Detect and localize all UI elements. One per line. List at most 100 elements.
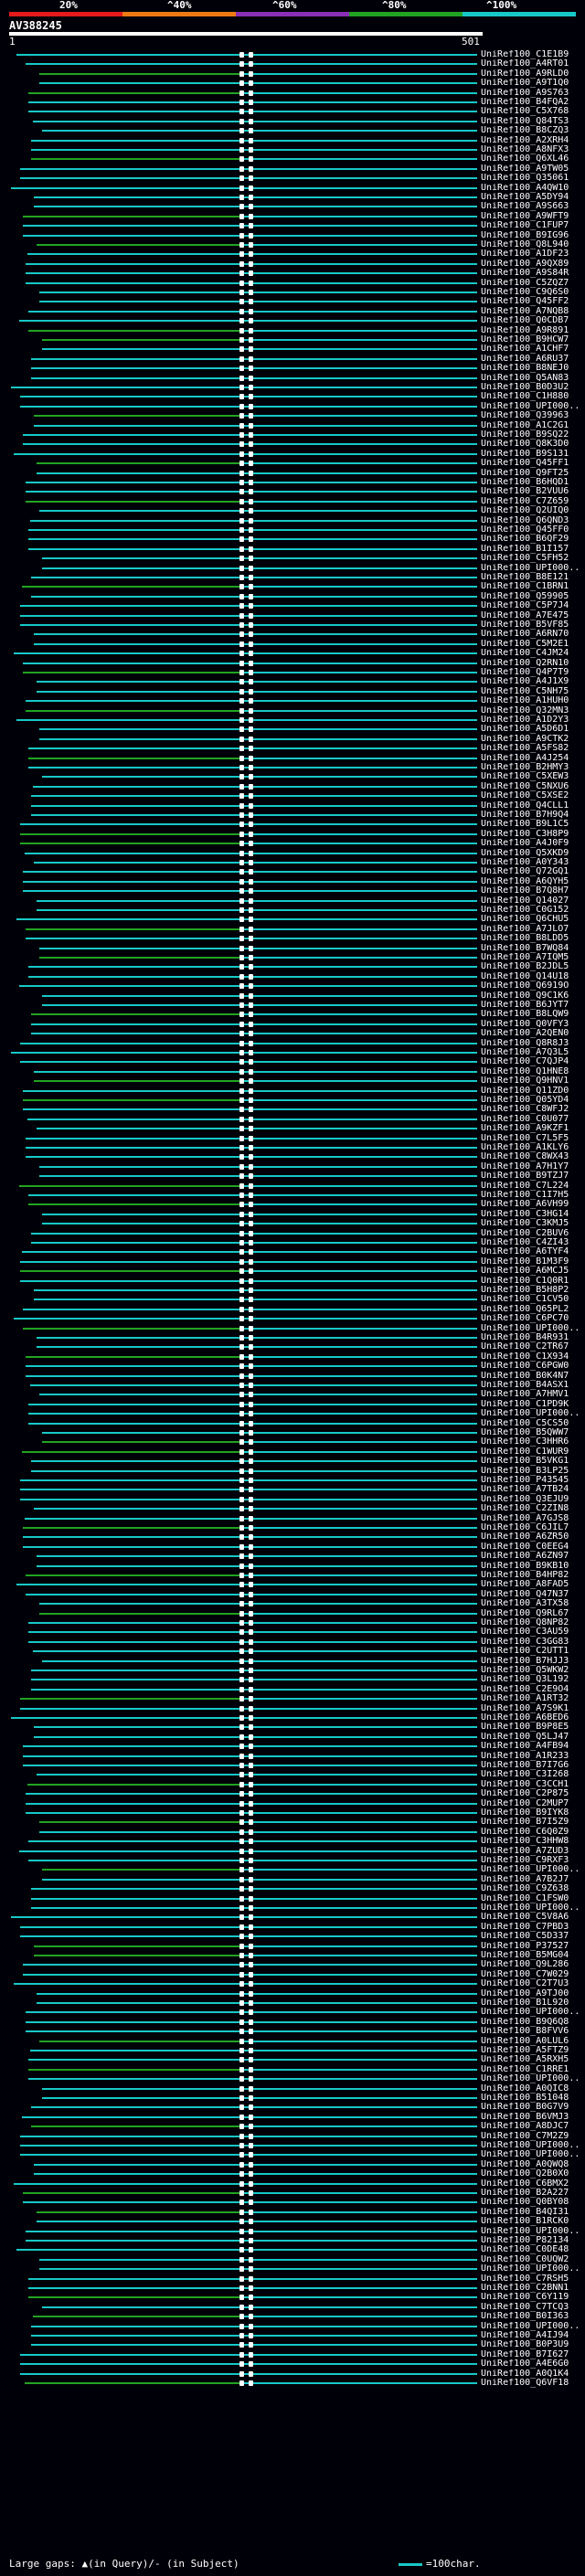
hit-row[interactable]: UniRef100_A4IJ94: [0, 2331, 585, 2340]
hit-row[interactable]: UniRef100_C1Q0R1: [0, 1277, 585, 1286]
hit-row[interactable]: UniRef100_Q9FT25: [0, 469, 585, 478]
hit-label[interactable]: UniRef100_C1PD9K: [481, 1400, 581, 1409]
hit-row[interactable]: UniRef100_C7W029: [0, 1970, 585, 1979]
hit-label[interactable]: UniRef100_A5FS82: [481, 744, 581, 753]
hit-row[interactable]: UniRef100_C1FSW0: [0, 1894, 585, 1903]
hit-row[interactable]: UniRef100_A1CHF7: [0, 345, 585, 354]
hit-row[interactable]: UniRef100_C3HHW8: [0, 1837, 585, 1846]
hit-row[interactable]: UniRef100_B7I5Z9: [0, 1818, 585, 1827]
hit-label[interactable]: UniRef100_B6JYT7: [481, 1001, 581, 1010]
hit-row[interactable]: UniRef100_Q4CLL1: [0, 801, 585, 811]
hit-row[interactable]: UniRef100_C7RSH5: [0, 2274, 585, 2284]
hit-label[interactable]: UniRef100_P43545: [481, 1476, 581, 1485]
hit-row[interactable]: UniRef100_A9S84R: [0, 269, 585, 278]
hit-row[interactable]: UniRef100_Q9L286: [0, 1960, 585, 1969]
hit-row[interactable]: UniRef100_B9S131: [0, 450, 585, 459]
hit-label[interactable]: UniRef100_C6Y119: [481, 2293, 581, 2302]
hit-label[interactable]: UniRef100_B0D3U2: [481, 383, 581, 392]
hit-label[interactable]: UniRef100_B1L920: [481, 1998, 581, 2008]
hit-row[interactable]: UniRef100_A2QEN0: [0, 1029, 585, 1038]
hit-row[interactable]: UniRef100_C7TCQ3: [0, 2303, 585, 2312]
hit-row[interactable]: UniRef100_C5NXU6: [0, 782, 585, 791]
hit-label[interactable]: UniRef100_B8NEJ0: [481, 364, 581, 373]
hit-row[interactable]: UniRef100_A9S763: [0, 89, 585, 98]
hit-row[interactable]: UniRef100_C9Q6S0: [0, 288, 585, 297]
hit-label[interactable]: UniRef100_B8FVV6: [481, 2027, 581, 2036]
hit-label[interactable]: UniRef100_Q9FT25: [481, 469, 581, 478]
hit-row[interactable]: UniRef100_Q3EJU9: [0, 1495, 585, 1504]
hit-row[interactable]: UniRef100_UPI000...: [0, 2074, 585, 2083]
hit-label[interactable]: UniRef100_Q14027: [481, 896, 581, 906]
hit-label[interactable]: UniRef100_A2QEN0: [481, 1029, 581, 1038]
hit-row[interactable]: UniRef100_Q5WKW2: [0, 1666, 585, 1675]
hit-row[interactable]: UniRef100_C6Q0Z9: [0, 1828, 585, 1837]
hit-label[interactable]: UniRef100_C4JM24: [481, 649, 581, 658]
hit-label[interactable]: UniRef100_B8LQW9: [481, 1010, 581, 1019]
hit-label[interactable]: UniRef100_C5V8A6: [481, 1913, 581, 1922]
hit-label[interactable]: UniRef100_A6TYF4: [481, 1247, 581, 1256]
hit-label[interactable]: UniRef100_C2TR67: [481, 1342, 581, 1352]
hit-row[interactable]: UniRef100_Q8L940: [0, 240, 585, 249]
hit-row[interactable]: UniRef100_B4ASX1: [0, 1381, 585, 1390]
hit-row[interactable]: UniRef100_A7GJS8: [0, 1514, 585, 1523]
hit-label[interactable]: UniRef100_C4ZI43: [481, 1238, 581, 1247]
hit-row[interactable]: UniRef100_C2P875: [0, 1789, 585, 1798]
hit-label[interactable]: UniRef100_B9HCW7: [481, 335, 581, 345]
hit-label[interactable]: UniRef100_C3AU59: [481, 1627, 581, 1637]
hit-label[interactable]: UniRef100_C7PBD3: [481, 1923, 581, 1932]
hit-row[interactable]: UniRef100_C5XSE2: [0, 791, 585, 800]
hit-row[interactable]: UniRef100_B0G7V9: [0, 2103, 585, 2112]
hit-row[interactable]: UniRef100_A6ZN97: [0, 1552, 585, 1561]
hit-row[interactable]: UniRef100_A5FS82: [0, 744, 585, 753]
hit-label[interactable]: UniRef100_C5XEW3: [481, 772, 581, 781]
hit-label[interactable]: UniRef100_Q6919O: [481, 981, 581, 991]
hit-row[interactable]: UniRef100_A1DF23: [0, 249, 585, 259]
hit-label[interactable]: UniRef100_A3TX58: [481, 1599, 581, 1608]
hit-label[interactable]: UniRef100_UPI000...: [481, 1409, 581, 1418]
hit-row[interactable]: UniRef100_B7HJJ3: [0, 1657, 585, 1666]
hit-label[interactable]: UniRef100_UPI000...: [481, 564, 581, 573]
hit-label[interactable]: UniRef100_A7NQB8: [481, 307, 581, 316]
hit-label[interactable]: UniRef100_B3LP25: [481, 1467, 581, 1476]
hit-label[interactable]: UniRef100_C8WFJ2: [481, 1105, 581, 1114]
hit-row[interactable]: UniRef100_B7Q8H7: [0, 886, 585, 896]
hit-row[interactable]: UniRef100_C1E1B9: [0, 50, 585, 59]
hit-row[interactable]: UniRef100_B4QI31: [0, 2208, 585, 2217]
hit-row[interactable]: UniRef100_C5M2E1: [0, 640, 585, 649]
hit-label[interactable]: UniRef100_B4HP82: [481, 1571, 581, 1580]
hit-row[interactable]: UniRef100_A7ZUD3: [0, 1847, 585, 1856]
hit-row[interactable]: UniRef100_C1PD9K: [0, 1400, 585, 1409]
hit-label[interactable]: UniRef100_Q14U18: [481, 972, 581, 981]
hit-row[interactable]: UniRef100_B1RCK0: [0, 2217, 585, 2226]
hit-row[interactable]: UniRef100_A9R891: [0, 326, 585, 335]
hit-row[interactable]: UniRef100_A6TYF4: [0, 1247, 585, 1256]
hit-label[interactable]: UniRef100_C2BNN1: [481, 2284, 581, 2293]
hit-label[interactable]: UniRef100_C5XSE2: [481, 791, 581, 800]
hit-row[interactable]: UniRef100_P37527: [0, 1942, 585, 1951]
hit-row[interactable]: UniRef100_C1X934: [0, 1352, 585, 1362]
hit-row[interactable]: UniRef100_A7TB24: [0, 1485, 585, 1494]
hit-row[interactable]: UniRef100_B9IYK8: [0, 1808, 585, 1818]
hit-row[interactable]: UniRef100_C3HHR6: [0, 1437, 585, 1447]
hit-label[interactable]: UniRef100_UPI000...: [481, 1903, 581, 1913]
hit-label[interactable]: UniRef100_B4ASX1: [481, 1381, 581, 1390]
hit-label[interactable]: UniRef100_B4FQA2: [481, 98, 581, 107]
hit-row[interactable]: UniRef100_A8FAD5: [0, 1580, 585, 1589]
hit-row[interactable]: UniRef100_A0Y343: [0, 858, 585, 867]
hit-row[interactable]: UniRef100_Q39963: [0, 411, 585, 420]
hit-label[interactable]: UniRef100_A4J1X9: [481, 677, 581, 686]
hit-label[interactable]: UniRef100_B5QWW7: [481, 1428, 581, 1437]
hit-row[interactable]: UniRef100_B3LP25: [0, 1467, 585, 1476]
hit-row[interactable]: UniRef100_Q4P7T9: [0, 668, 585, 677]
hit-label[interactable]: UniRef100_A8NFX3: [481, 145, 581, 154]
hit-row[interactable]: UniRef100_Q45FF1: [0, 459, 585, 468]
hit-label[interactable]: UniRef100_P82134: [481, 2236, 581, 2245]
hit-row[interactable]: UniRef100_A4RT01: [0, 59, 585, 69]
hit-label[interactable]: UniRef100_C5P7J4: [481, 601, 581, 610]
hit-row[interactable]: UniRef100_A8NFX3: [0, 145, 585, 154]
hit-row[interactable]: UniRef100_A4J0F9: [0, 839, 585, 848]
hit-label[interactable]: UniRef100_Q6VF18: [481, 2379, 581, 2388]
hit-row[interactable]: UniRef100_B5MG04: [0, 1951, 585, 1960]
hit-row[interactable]: UniRef100_B6HQD1: [0, 478, 585, 487]
hit-row[interactable]: UniRef100_C9RXF3: [0, 1856, 585, 1865]
